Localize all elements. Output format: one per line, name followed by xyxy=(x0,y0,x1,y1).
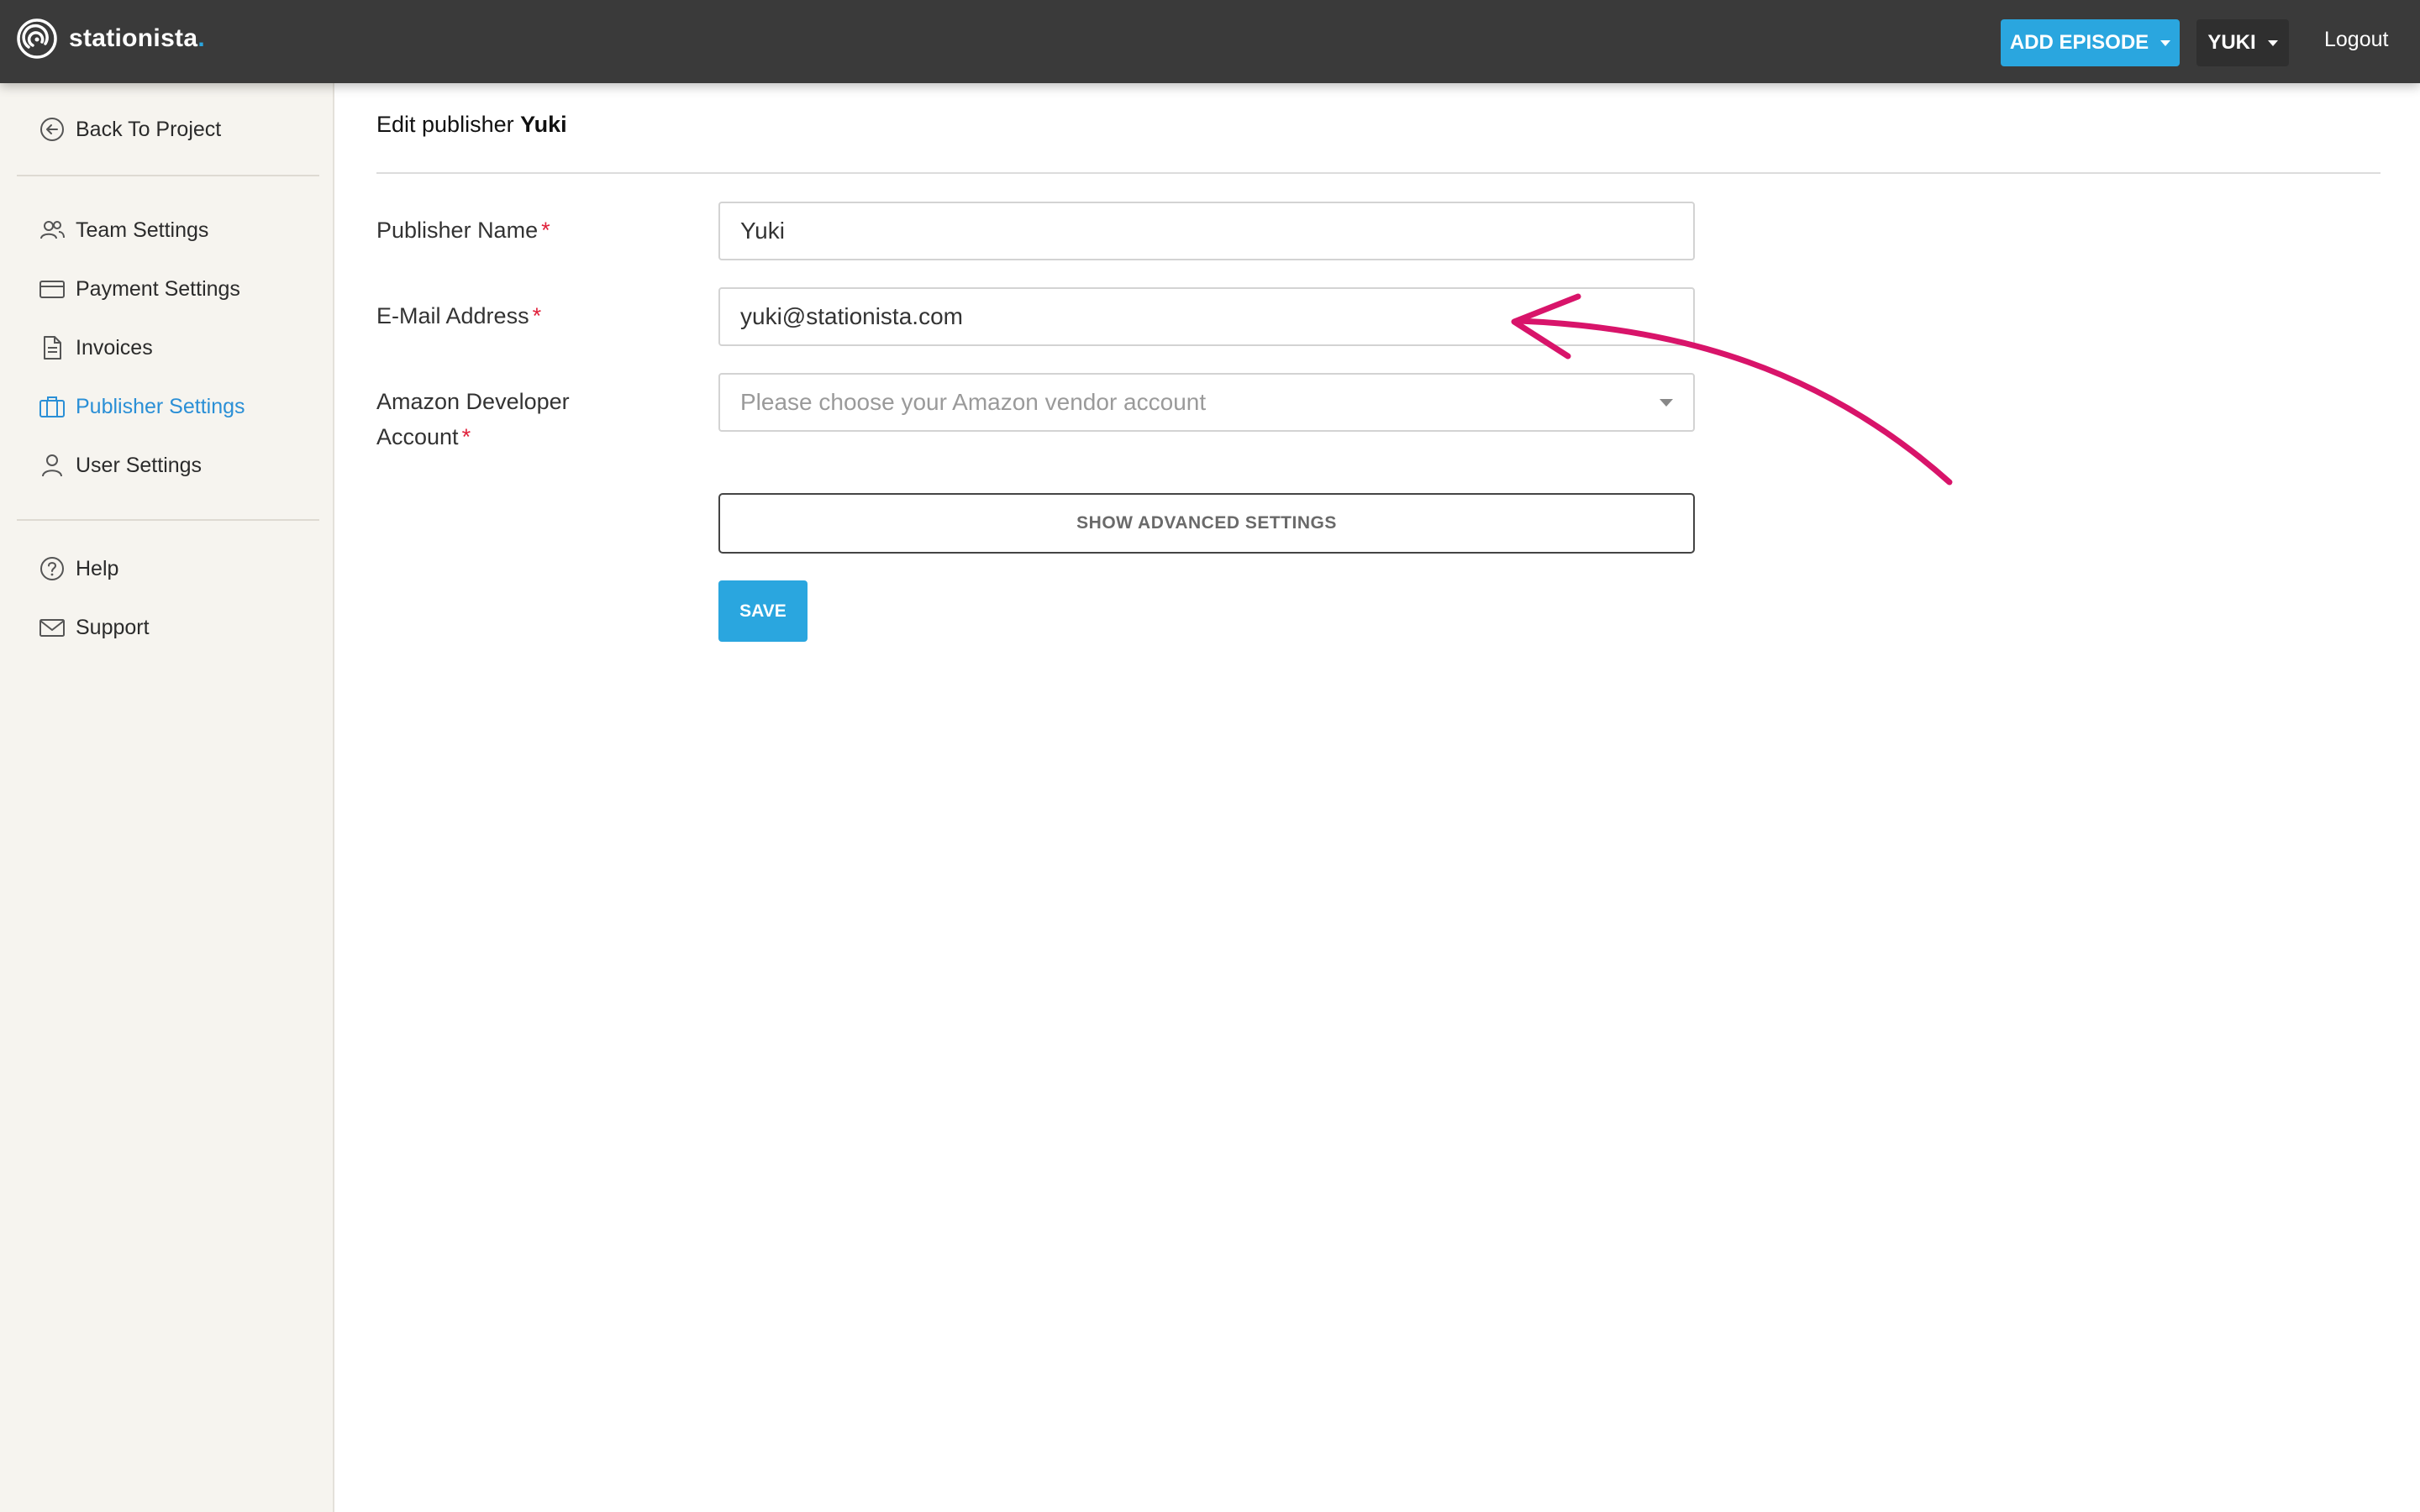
save-button[interactable]: SAVE xyxy=(718,580,808,642)
publisher-name-input[interactable] xyxy=(718,202,1695,260)
back-to-project-label: Back To Project xyxy=(76,117,222,141)
publisher-name-label: Publisher Name * xyxy=(376,213,550,248)
required-asterisk: * xyxy=(541,218,550,243)
team-icon xyxy=(40,221,65,239)
brand-name: stationista xyxy=(69,24,198,52)
top-bar: stationista. ADD EPISODE YUKI Logout xyxy=(0,0,2420,83)
email-label: E-Mail Address * xyxy=(376,298,541,333)
sidebar-item-label: Support xyxy=(76,615,150,639)
document-icon xyxy=(44,336,61,360)
back-arrow-circle-icon xyxy=(40,118,64,141)
add-episode-button[interactable]: ADD EPISODE xyxy=(2001,19,2180,66)
add-episode-label: ADD EPISODE xyxy=(2009,31,2149,54)
sidebar-divider xyxy=(17,519,319,521)
sidebar: Back To Project Team Settings Payment Se… xyxy=(0,83,334,1512)
required-asterisk: * xyxy=(461,424,471,449)
sidebar-item-support[interactable]: Support xyxy=(39,611,150,644)
back-to-project-link[interactable]: Back To Project xyxy=(39,113,221,146)
sidebar-item-label: Team Settings xyxy=(76,218,209,242)
sidebar-divider xyxy=(17,175,319,176)
user-menu-label: YUKI xyxy=(2207,31,2256,54)
sidebar-item-user-settings[interactable]: User Settings xyxy=(39,449,202,482)
sidebar-item-team-settings[interactable]: Team Settings xyxy=(39,213,208,247)
credit-card-icon xyxy=(39,281,65,298)
help-circle-icon xyxy=(40,557,64,580)
page-title-publisher-name: Yuki xyxy=(520,112,567,137)
required-asterisk: * xyxy=(532,303,542,328)
chevron-down-icon xyxy=(2267,39,2278,46)
amazon-label-line1: Amazon Developer xyxy=(376,389,570,414)
email-label-text: E-Mail Address xyxy=(376,303,529,328)
page-title-prefix: Edit publisher xyxy=(376,112,514,137)
mail-icon xyxy=(39,619,65,637)
sidebar-item-invoices[interactable]: Invoices xyxy=(39,331,153,365)
sidebar-item-help[interactable]: Help xyxy=(39,552,118,585)
sidebar-item-payment-settings[interactable]: Payment Settings xyxy=(39,272,240,306)
sidebar-item-label: Publisher Settings xyxy=(76,394,245,418)
sidebar-item-label: User Settings xyxy=(76,453,203,477)
amazon-account-placeholder: Please choose your Amazon vendor account xyxy=(740,389,1207,415)
sidebar-item-label: Help xyxy=(76,556,119,580)
amazon-account-label: Amazon Developer Account * xyxy=(376,384,570,454)
sidebar-item-label: Invoices xyxy=(76,335,153,360)
brand-dot: . xyxy=(197,24,205,52)
chevron-down-icon xyxy=(1660,398,1673,407)
page-title: Edit publisher Yuki xyxy=(376,112,567,138)
title-divider xyxy=(376,172,2381,174)
user-icon xyxy=(42,454,62,477)
amazon-label-line2: Account xyxy=(376,424,459,449)
sidebar-item-publisher-settings[interactable]: Publisher Settings xyxy=(39,390,245,423)
stationista-logo-icon xyxy=(17,18,57,59)
chevron-down-icon xyxy=(2160,39,2171,46)
show-advanced-settings-button[interactable]: SHOW ADVANCED SETTINGS xyxy=(718,493,1695,554)
briefcase-icon xyxy=(39,396,65,417)
email-field[interactable] xyxy=(718,287,1695,346)
brand-logo[interactable]: stationista. xyxy=(17,18,205,60)
logout-link[interactable]: Logout xyxy=(2324,28,2388,52)
sidebar-item-label: Payment Settings xyxy=(76,276,240,301)
publisher-name-label-text: Publisher Name xyxy=(376,218,539,243)
amazon-account-select[interactable]: Please choose your Amazon vendor account xyxy=(718,373,1695,432)
user-menu-button[interactable]: YUKI xyxy=(2196,19,2289,66)
